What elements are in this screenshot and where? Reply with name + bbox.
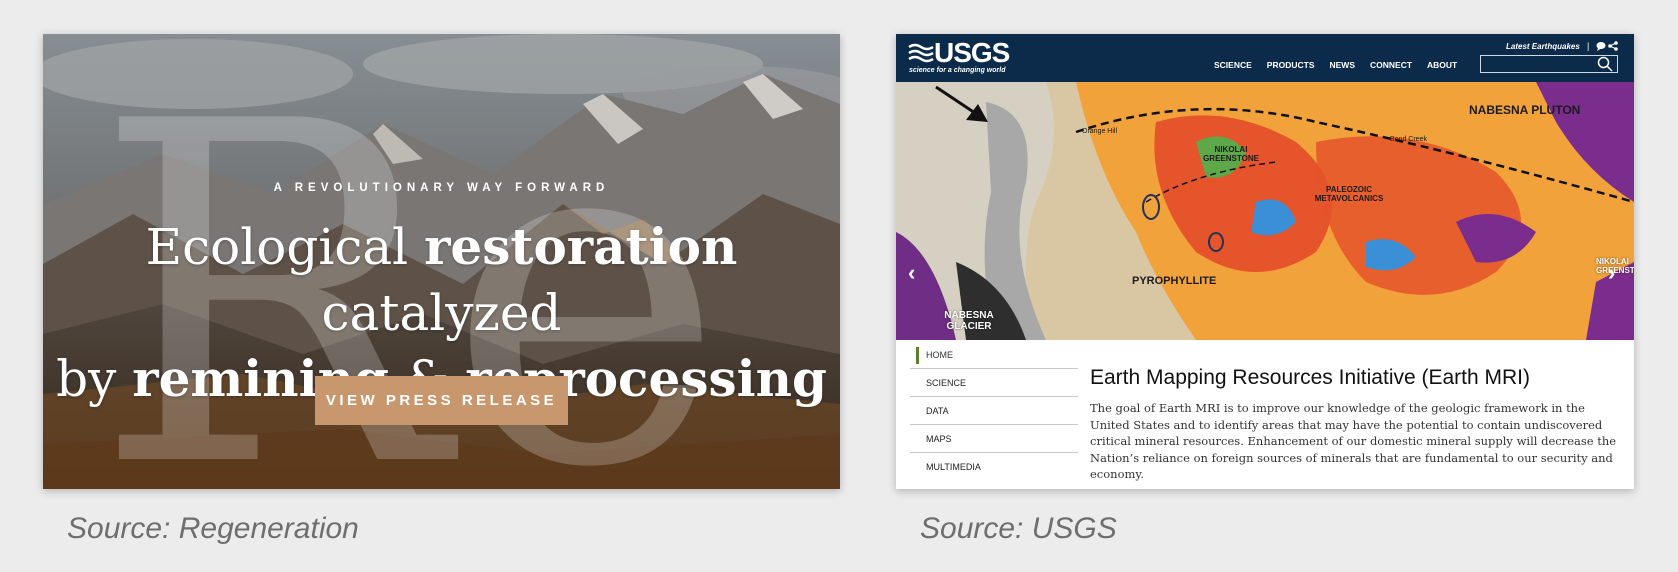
hero-overlay: A REVOLUTIONARY WAY FORWARD Ecological r… (43, 34, 840, 489)
side-nav-science[interactable]: SCIENCE (910, 369, 1078, 397)
regeneration-screenshot: Re A REVOLUTIONARY WAY FORWARD Ecologica… (43, 34, 840, 489)
carousel-prev-arrow-icon[interactable]: ‹ (908, 260, 915, 286)
caption-right: Source: USGS (920, 512, 1117, 545)
side-nav-maps[interactable]: MAPS (910, 425, 1078, 453)
header-icons (1596, 41, 1618, 51)
map-label-nikolai-greenstone: NIKOLAI GREENSTONE (1203, 145, 1259, 163)
geologic-map-image (896, 82, 1634, 340)
headline-text: by (56, 350, 133, 408)
hero-eyebrow: A REVOLUTIONARY WAY FORWARD (273, 182, 610, 194)
view-press-release-button[interactable]: VIEW PRESS RELEASE (315, 376, 568, 425)
headline-text: catalyzed (321, 284, 562, 342)
share-icon[interactable] (1608, 41, 1618, 51)
map-label-orange-hill: Orange Hill (1082, 128, 1118, 135)
side-nav-multimedia[interactable]: MULTIMEDIA (910, 453, 1078, 480)
side-nav-home[interactable]: HOME (910, 341, 1078, 369)
usgs-screenshot: USGS science for a changing world SCIENC… (896, 34, 1634, 489)
nav-news[interactable]: NEWS (1330, 60, 1356, 70)
page-title: Earth Mapping Resources Initiative (Eart… (1090, 366, 1531, 389)
map-label-bond-creek: Bond Creek (1390, 136, 1427, 143)
nav-about[interactable]: ABOUT (1427, 60, 1457, 70)
nav-science[interactable]: SCIENCE (1214, 60, 1252, 70)
header-separator: | (1587, 41, 1590, 51)
latest-earthquakes-link[interactable]: Latest Earthquakes (1506, 42, 1580, 51)
usgs-main-nav: SCIENCE PRODUCTS NEWS CONNECT ABOUT (1214, 60, 1457, 70)
side-nav: HOME SCIENCE DATA MAPS MULTIMEDIA (910, 341, 1078, 480)
carousel-next-arrow-icon[interactable]: › (1608, 260, 1615, 286)
page-description: The goal of Earth MRI is to improve our … (1090, 401, 1617, 481)
map-label-paleozoic: PALEOZOIC METAVOLCANICS (1314, 185, 1384, 203)
chat-icon[interactable] (1596, 42, 1606, 51)
side-nav-data[interactable]: DATA (910, 397, 1078, 425)
usgs-tagline: science for a changing world (909, 67, 1006, 74)
map-label-nabesna-glacier: NABESNA GLACIER (944, 310, 994, 332)
headline-text: Ecological (145, 218, 425, 276)
map-label-pyrophyllite: PYROPHYLLITE (1132, 275, 1217, 287)
geologic-map-carousel: NABESNA PLUTON Orange Hill NIKOLAI GREEN… (896, 82, 1634, 382)
search-icon[interactable] (1597, 56, 1613, 72)
caption-left: Source: Regeneration (67, 512, 359, 545)
map-label-nabesna-pluton: NABESNA PLUTON (1469, 103, 1581, 117)
usgs-header: USGS science for a changing world SCIENC… (896, 34, 1634, 82)
usgs-wave-icon (908, 43, 934, 63)
nav-products[interactable]: PRODUCTS (1267, 60, 1315, 70)
usgs-logo[interactable]: USGS (934, 37, 1010, 69)
nav-connect[interactable]: CONNECT (1370, 60, 1412, 70)
headline-bold-text: restoration (424, 217, 738, 276)
